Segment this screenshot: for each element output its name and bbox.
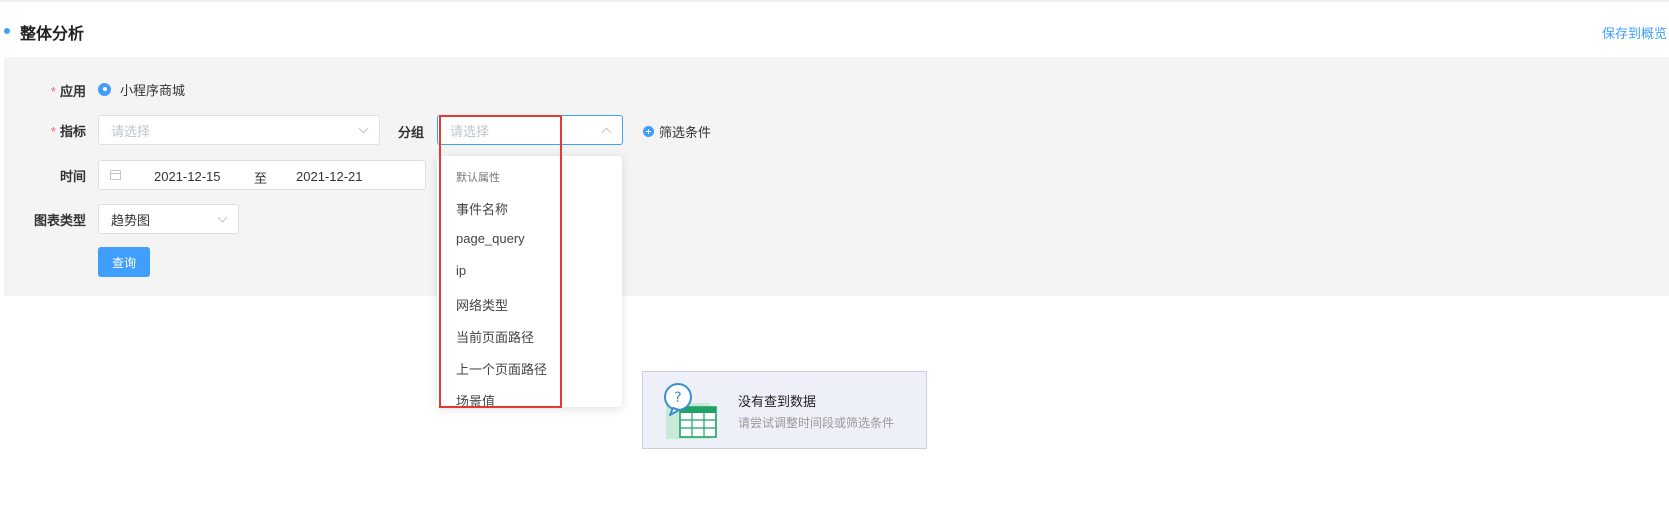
chart-type-select[interactable]: 趋势图 xyxy=(98,204,239,234)
time-label: 时间 xyxy=(59,169,86,184)
group-label: 分组 xyxy=(397,125,424,140)
query-button[interactable]: 查询 xyxy=(98,247,150,277)
dropdown-item[interactable]: 网络类型 xyxy=(456,295,508,314)
app-radio-label: 小程序商城 xyxy=(120,82,186,98)
group-dropdown-menu: 默认属性 事件名称 page_query ip 网络类型 当前页面路径 上一个页… xyxy=(437,156,622,407)
top-divider xyxy=(0,0,1669,2)
dropdown-item[interactable]: 当前页面路径 xyxy=(456,327,534,346)
chevron-down-icon xyxy=(219,216,227,224)
page-header: 整体分析 保存到概览 xyxy=(0,14,1669,46)
title-bullet-icon xyxy=(4,28,10,34)
date-range-separator: 至 xyxy=(254,171,268,186)
date-range-picker[interactable]: 2021-12-15 至 2021-12-21 xyxy=(98,160,426,190)
add-filter-condition-button[interactable]: 筛选条件 xyxy=(643,122,711,141)
required-mark: * xyxy=(50,124,56,139)
app-label: * 应用 xyxy=(50,84,86,99)
metric-select-placeholder: 请选择 xyxy=(111,123,151,139)
page-title: 整体分析 xyxy=(20,26,85,43)
save-to-overview-link[interactable]: 保存到概览 xyxy=(1602,23,1667,42)
empty-state-title: 没有查到数据 xyxy=(738,394,817,409)
date-end[interactable]: 2021-12-21 xyxy=(296,169,363,184)
empty-state: ? 没有查到数据 请尝试调整时间段或筛选条件 xyxy=(642,371,927,449)
calendar-icon xyxy=(110,170,121,180)
dropdown-item[interactable]: ip xyxy=(456,263,466,278)
dropdown-item[interactable]: 上一个页面路径 xyxy=(456,359,547,378)
required-mark: * xyxy=(50,84,56,99)
group-select-placeholder: 请选择 xyxy=(450,123,490,139)
dropdown-item[interactable]: 场景值 xyxy=(456,391,495,407)
date-start[interactable]: 2021-12-15 xyxy=(154,169,221,184)
group-select[interactable]: 请选择 xyxy=(437,115,623,145)
dropdown-item[interactable]: page_query xyxy=(456,231,525,246)
radio-checked-icon[interactable] xyxy=(98,82,111,96)
add-filter-condition-label: 筛选条件 xyxy=(659,125,712,140)
app-radio-option[interactable]: 小程序商城 xyxy=(98,82,186,98)
plus-circle-icon xyxy=(643,126,654,137)
chart-type-value: 趋势图 xyxy=(111,212,151,228)
svg-text:?: ? xyxy=(674,390,681,406)
chevron-up-icon xyxy=(603,127,611,135)
dropdown-item[interactable]: 事件名称 xyxy=(456,199,508,218)
no-data-illustration-icon: ? xyxy=(664,383,717,439)
chart-type-label: 图表类型 xyxy=(33,213,86,228)
metric-label: * 指标 xyxy=(50,124,86,139)
empty-state-subtitle: 请尝试调整时间段或筛选条件 xyxy=(738,416,895,430)
dropdown-group-title: 默认属性 xyxy=(456,172,500,184)
